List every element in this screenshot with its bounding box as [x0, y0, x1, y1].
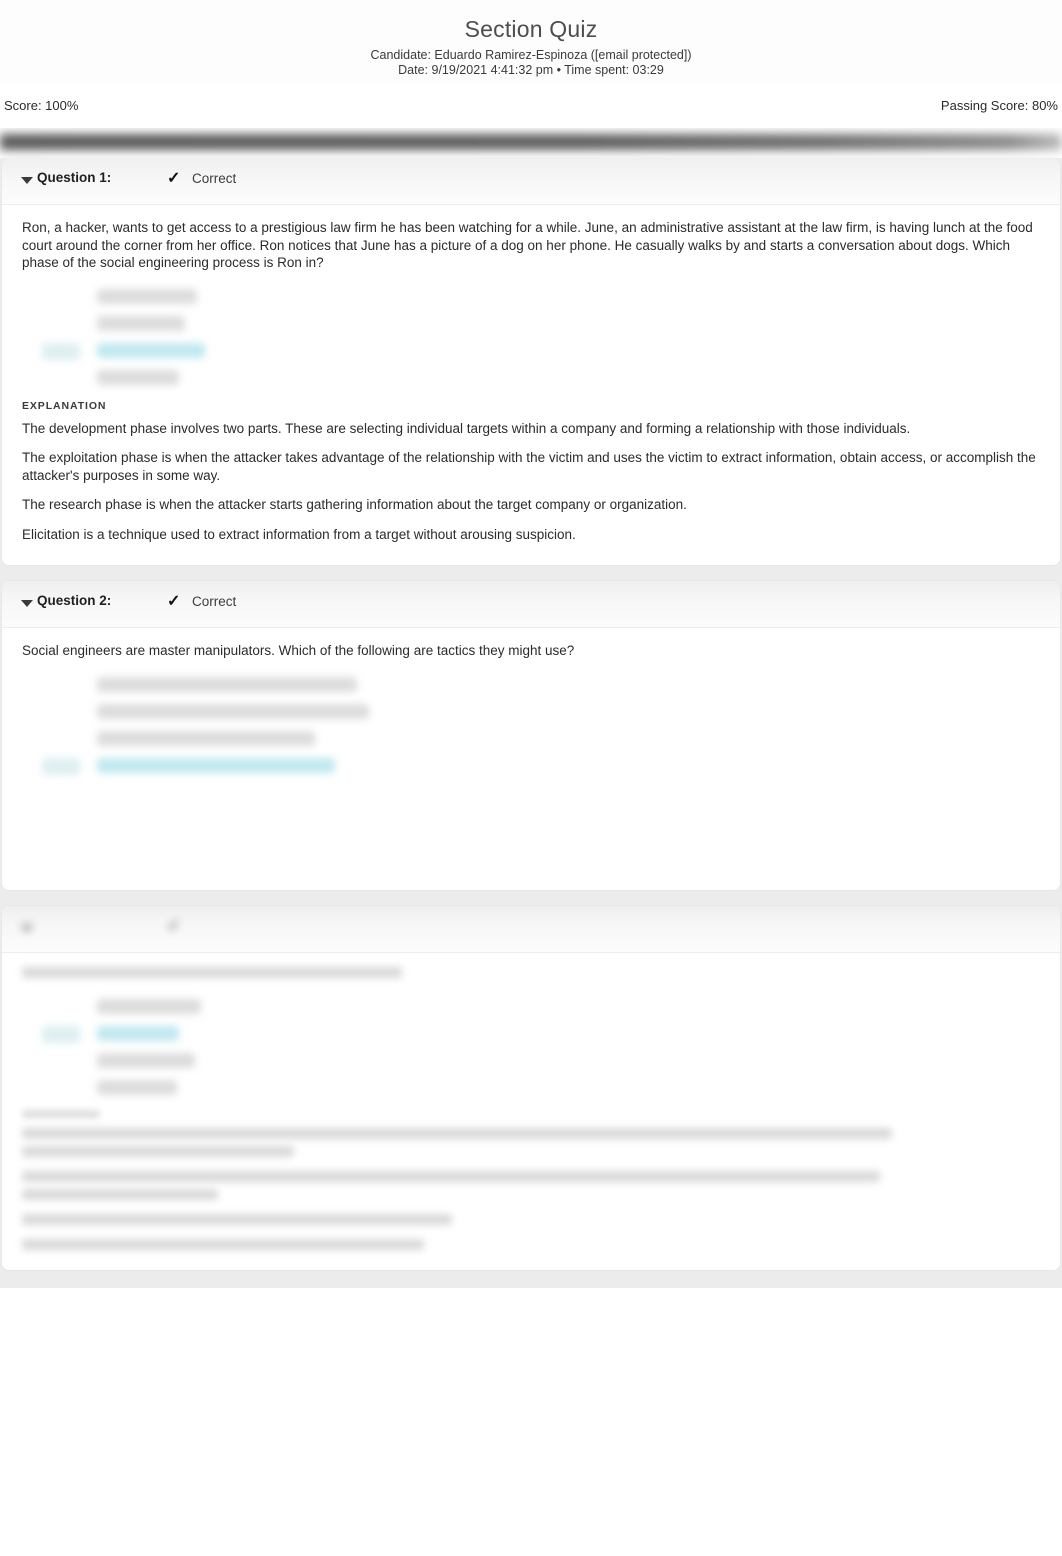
explanation-paragraph-redacted: [22, 1213, 452, 1225]
answer-option-selected[interactable]: [42, 753, 1040, 780]
report-header: Section Quiz Candidate: Eduardo Ramirez-…: [0, 0, 1062, 84]
score-progress-bar: [0, 128, 1062, 158]
caret-down-icon[interactable]: [21, 924, 33, 932]
explanation-paragraph-redacted: [22, 1238, 424, 1250]
question-label: Question 1:: [37, 170, 112, 185]
answer-text-redacted: [97, 342, 205, 358]
question-card-3: ✓: [2, 905, 1060, 1270]
question-card-2: Question 2: ✓ Correct Social engineers a…: [2, 581, 1060, 890]
answer-option[interactable]: [42, 284, 1040, 311]
answer-text-redacted: [97, 703, 369, 719]
answer-options-3: [22, 994, 1040, 1102]
answer-text-redacted: [97, 288, 197, 304]
question-card-1: Question 1: ✓ Correct Ron, a hacker, wan…: [2, 158, 1060, 565]
status-badge: Correct: [192, 594, 237, 609]
question-header-2[interactable]: Question 2: ✓ Correct: [2, 581, 1060, 628]
selected-answer-marker: [42, 757, 80, 775]
question-text-redacted: [22, 966, 402, 978]
check-icon: ✓: [167, 917, 181, 935]
answer-option[interactable]: [42, 994, 1040, 1021]
explanation-body-3: [22, 1127, 1040, 1250]
candidate-line: Candidate: Eduardo Ramirez-Espinoza ([em…: [370, 48, 692, 62]
passing-score-value: Passing Score: 80%: [940, 98, 1058, 113]
question-body-3: [2, 953, 1060, 1270]
page-title: Section Quiz: [464, 16, 598, 42]
score-row: Score: 100% Passing Score: 80%: [0, 98, 1062, 124]
questions-list: Question 1: ✓ Correct Ron, a hacker, wan…: [0, 158, 1062, 1288]
answer-option[interactable]: [42, 365, 1040, 392]
question-header-3[interactable]: ✓: [2, 905, 1060, 953]
explanation-body-2-collapsed: [22, 788, 1040, 880]
answer-option[interactable]: [42, 726, 1040, 753]
selected-answer-marker: [42, 342, 80, 360]
answer-option-selected[interactable]: [42, 1021, 1040, 1048]
answer-options-2: [22, 672, 1040, 780]
selected-answer-marker: [42, 1025, 80, 1043]
explanation-paragraph: The research phase is when the attacker …: [22, 497, 687, 512]
caret-down-icon[interactable]: [21, 600, 33, 607]
answer-text-redacted: [97, 757, 335, 773]
question-body-2: Social engineers are master manipulators…: [2, 628, 1060, 890]
answer-text-redacted: [97, 1052, 195, 1068]
check-icon: ✓: [167, 170, 181, 187]
date-time-line: Date: 9/19/2021 4:41:32 pm • Time spent:…: [398, 63, 664, 77]
caret-down-icon[interactable]: [21, 177, 33, 184]
answer-option[interactable]: [42, 699, 1040, 726]
question-label: Question 2:: [37, 593, 112, 608]
score-value: Score: 100%: [4, 98, 79, 113]
explanation-paragraph: Elicitation is a technique used to extra…: [22, 526, 576, 542]
question-header-1[interactable]: Question 1: ✓ Correct: [2, 158, 1060, 205]
answer-text-redacted: [97, 998, 201, 1014]
answer-option[interactable]: [42, 1075, 1040, 1102]
explanation-paragraph-redacted: [22, 1145, 294, 1157]
answer-text-redacted: [97, 676, 357, 692]
answer-option[interactable]: [42, 1048, 1040, 1075]
answer-option[interactable]: [42, 311, 1040, 338]
explanation-paragraph-redacted: [22, 1188, 218, 1200]
explanation-paragraph-redacted: [22, 1170, 880, 1182]
score-progress-fill: [0, 134, 1062, 150]
question-text: Social engineers are master manipulators…: [22, 643, 575, 658]
answer-text-redacted: [97, 1079, 177, 1095]
answer-options-1: [22, 284, 1040, 392]
explanation-paragraph: The exploitation phase is when the attac…: [22, 450, 1036, 483]
answer-option[interactable]: [42, 672, 1040, 699]
explanation-paragraph: The development phase involves two parts…: [22, 420, 911, 436]
explanation-label-redacted: [22, 1109, 100, 1118]
check-icon: ✓: [167, 593, 181, 610]
question-text: Ron, a hacker, wants to get access to a …: [22, 220, 1033, 270]
answer-text-redacted: [97, 1025, 179, 1041]
answer-option-selected[interactable]: [42, 338, 1040, 365]
answer-text-redacted: [97, 730, 315, 746]
question-body-1: Ron, a hacker, wants to get access to a …: [2, 205, 1060, 565]
answer-text-redacted: [97, 369, 179, 385]
explanation-body-1: The development phase involves two parts…: [22, 420, 1040, 544]
answer-text-redacted: [97, 315, 185, 331]
status-badge: Correct: [192, 171, 237, 186]
explanation-paragraph-redacted: [22, 1127, 892, 1139]
page-tail-whitespace: [0, 1287, 1062, 1548]
explanation-label: EXPLANATION: [22, 399, 107, 412]
